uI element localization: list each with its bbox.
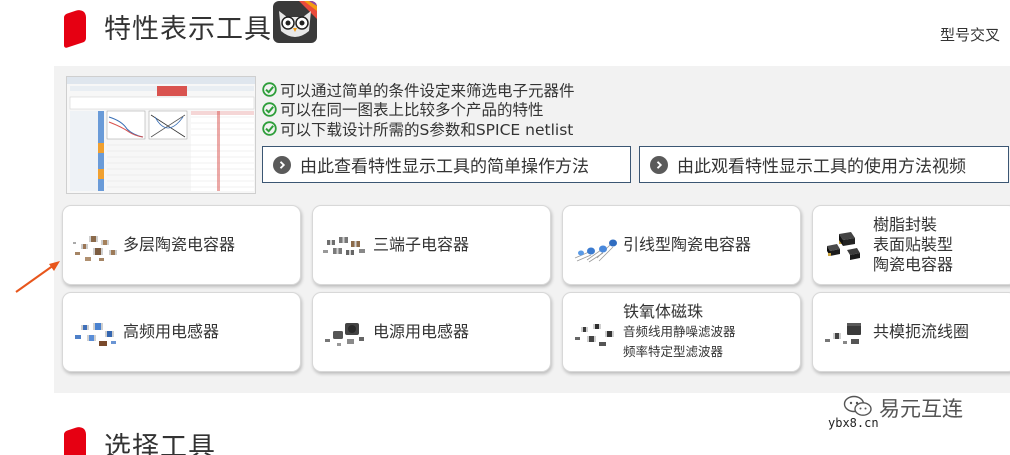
category-card-mlcc[interactable]: 多层陶瓷电容器 [62,205,301,285]
feature-item: 可以通过简单的条件设定来筛选电子元器件 [262,80,575,100]
chevron-right-icon [273,155,291,174]
common-mode-choke-icon [817,311,873,353]
guide-button-label: 由此查看特性显示工具的简单操作方法 [300,157,589,177]
rf-inductor-icon [67,311,123,353]
resin-molded-capacitor-icon [817,224,873,266]
category-label: 铁氧体磁珠 音频线用静噪滤波器 频率特定型滤波器 [623,302,736,362]
ferrite-bead-icon [567,311,623,353]
feature-item: 可以在同一图表上比较多个产品的特性 [262,100,575,119]
category-title: 铁氧体磁珠 [623,302,704,321]
section-marker-icon [64,7,86,49]
power-inductor-icon [317,311,373,353]
page-title: 特性表示工具 [104,14,272,45]
owl-logo-icon [273,1,317,43]
tool-screenshot-thumbnail[interactable] [66,76,256,194]
annotation-arrow-icon [15,261,60,293]
page-left-margin [0,0,54,455]
check-circle-icon [262,121,277,136]
chevron-right-icon [650,155,668,174]
video-guide-button[interactable]: 由此观看特性显示工具的使用方法视频 [639,146,1009,183]
category-label-line: 陶瓷电容器 [873,255,954,274]
mlcc-icon [67,224,123,266]
feature-item: 可以下载设计所需的S参数和SPICE netlist [262,119,575,139]
category-label: 三端子电容器 [373,235,470,254]
category-label: 共模扼流线圈 [873,322,970,341]
feature-list: 可以通过简单的条件设定来筛选电子元器件 可以在同一图表上比较多个产品的特性 可以… [262,80,575,139]
category-label-line: 樹脂封裝 [873,215,938,234]
category-label: 电源用电感器 [373,322,470,341]
category-card-power-inductor[interactable]: 电源用电感器 [312,292,551,372]
category-card-leaded-ceramic[interactable]: 引线型陶瓷电容器 [562,205,801,285]
cross-reference-link[interactable]: 型号交叉 [940,24,1000,45]
category-label-line: 表面贴裝型 [873,235,954,254]
category-label: 樹脂封裝 表面贴裝型 陶瓷电容器 [873,215,953,275]
category-subtitle: 音频线用静噪滤波器 [623,324,736,339]
category-card-rf-inductor[interactable]: 高频用电感器 [62,292,301,372]
category-card-resin-molded[interactable]: 樹脂封裝 表面贴裝型 陶瓷电容器 [812,205,1010,285]
category-label: 高频用电感器 [123,322,220,341]
leaded-ceramic-capacitor-icon [567,224,623,266]
category-subtitle: 频率特定型滤波器 [623,344,724,359]
simple-operation-guide-button[interactable]: 由此查看特性显示工具的简单操作方法 [262,146,631,183]
category-label: 引线型陶瓷电容器 [623,235,752,254]
category-card-three-terminal[interactable]: 三端子电容器 [312,205,551,285]
guide-button-label: 由此观看特性显示工具的使用方法视频 [677,157,966,177]
category-label: 多层陶瓷电容器 [123,235,236,254]
watermark-url: ybx8.cn [828,416,879,430]
check-circle-icon [262,102,277,117]
three-terminal-capacitor-icon [317,224,373,266]
feature-text: 可以下载设计所需的S参数和SPICE netlist [280,120,574,139]
category-card-ferrite-bead[interactable]: 铁氧体磁珠 音频线用静噪滤波器 频率特定型滤波器 [562,292,801,372]
category-card-common-mode-choke[interactable]: 共模扼流线圈 [812,292,1010,372]
check-circle-icon [262,82,277,97]
section-title: 选择工具 [104,432,216,455]
watermark-name: 易元互连 [879,397,963,421]
